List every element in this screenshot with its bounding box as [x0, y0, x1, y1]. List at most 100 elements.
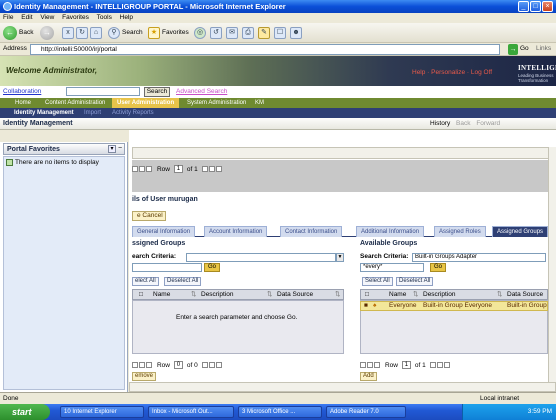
assigned-first-icon[interactable] — [132, 362, 138, 368]
available-next-row-icon[interactable] — [429, 362, 436, 368]
row-number-input[interactable]: 1 — [173, 165, 183, 173]
tab-general-information[interactable]: General Information — [132, 226, 196, 237]
favorites-label[interactable]: Favorites — [162, 29, 189, 36]
available-deselect-all-button[interactable]: Deselect All — [396, 277, 434, 286]
search-label[interactable]: Search — [122, 29, 143, 36]
vertical-scrollbar[interactable] — [548, 147, 556, 382]
back-label[interactable]: Back — [19, 29, 33, 36]
close-button[interactable]: × — [542, 1, 553, 12]
tab-contact-information[interactable]: Contact Information — [280, 226, 343, 237]
assigned-next-row-icon[interactable] — [201, 362, 208, 368]
start-button[interactable]: start — [0, 404, 50, 420]
tab-assigned-roles[interactable]: Assigned Roles — [434, 226, 486, 237]
taskbar-item-adobe[interactable]: Adobe Reader 7.0 — [326, 406, 406, 418]
menu-file[interactable]: File — [3, 14, 13, 21]
next-page-icon[interactable] — [208, 166, 215, 172]
back-arrow-icon[interactable]: ← — [3, 26, 17, 40]
assigned-next-icon[interactable] — [208, 362, 215, 368]
tab-assigned-groups[interactable]: Assigned Groups — [492, 226, 549, 237]
assigned-col-name[interactable]: Name — [153, 290, 170, 299]
top-scroll-track[interactable] — [132, 147, 556, 159]
add-button[interactable]: Add — [360, 372, 377, 381]
mail-icon[interactable]: ✉ — [226, 27, 238, 39]
advanced-search-link[interactable]: Advanced Search — [176, 88, 227, 95]
minimize-button[interactable]: _ — [518, 1, 529, 12]
assigned-prev-icon[interactable] — [139, 362, 145, 368]
available-col-sort-icon-2[interactable]: ⇅ — [497, 290, 502, 299]
menu-view[interactable]: View — [40, 14, 54, 21]
go-arrow-icon[interactable]: → — [508, 44, 518, 55]
go-label[interactable]: Go — [520, 45, 529, 52]
history-icon[interactable]: ↺ — [210, 27, 222, 39]
assigned-search-input[interactable] — [132, 263, 202, 272]
header-links[interactable]: Help · Personalize · Log Off — [412, 69, 492, 76]
favorites-options-icon[interactable]: ▾ — [108, 145, 116, 153]
available-prev-row-icon[interactable] — [374, 362, 380, 368]
edit-icon[interactable]: ✎ — [258, 27, 270, 39]
assigned-deselect-all-button[interactable]: Deselect All — [164, 277, 202, 286]
home-icon[interactable]: ⌂ — [90, 27, 102, 39]
messenger-icon[interactable]: ☻ — [290, 27, 302, 39]
assigned-go-button[interactable]: Go — [204, 263, 220, 272]
forward-link[interactable]: Forward — [476, 120, 500, 127]
taskbar-item-ie[interactable]: 10 Internet Explorer — [60, 406, 144, 418]
assigned-criteria-select[interactable] — [186, 253, 336, 262]
taskbar-item-office[interactable]: 3 Microsoft Office ... — [238, 406, 322, 418]
assigned-col-description[interactable]: Description — [201, 290, 234, 299]
next-row-icon[interactable] — [201, 166, 208, 172]
address-input[interactable]: http://intelli:50000/irj/portal — [30, 44, 500, 55]
available-go-button[interactable]: Go — [430, 263, 446, 272]
available-first-icon[interactable] — [360, 362, 366, 368]
assigned-col-sort-icon-3[interactable]: ⇅ — [335, 290, 340, 299]
assigned-dropdown-arrow-icon[interactable]: ▼ — [336, 253, 344, 262]
tray-clock[interactable]: 3:59 PM — [528, 408, 552, 415]
stop-icon[interactable]: x — [62, 27, 74, 39]
portal-search-input[interactable] — [66, 87, 140, 96]
available-prev-icon[interactable] — [367, 362, 373, 368]
media-icon[interactable]: ◎ — [194, 27, 206, 39]
horizontal-scrollbar[interactable] — [129, 382, 556, 392]
forward-arrow-icon[interactable]: → — [40, 26, 54, 40]
assigned-prev-row-icon[interactable] — [146, 362, 152, 368]
nav-import[interactable]: Import — [80, 108, 105, 118]
tab-additional-information[interactable]: Additional Information — [356, 226, 425, 237]
prev-page-icon[interactable] — [139, 166, 145, 172]
cancel-button[interactable]: e Cancel — [132, 211, 166, 221]
available-next-icon[interactable] — [436, 362, 443, 368]
nav-user-administration[interactable]: User Administration — [112, 98, 180, 108]
available-col-name[interactable]: Name — [389, 290, 406, 299]
nav-activity-reports[interactable]: Activity Reports — [108, 108, 158, 118]
portal-search-button[interactable]: Search — [144, 87, 170, 97]
assigned-col-sort-icon[interactable]: ⇅ — [191, 290, 196, 299]
nav-system-administration[interactable]: System Administration — [182, 98, 251, 108]
menu-tools[interactable]: Tools — [97, 14, 112, 21]
table-row[interactable]: ■ ♠ Everyone Built-in Group Everyone Bui… — [360, 301, 548, 311]
row-selector[interactable]: ■ — [364, 302, 368, 310]
favorites-star-icon[interactable]: ★ — [148, 27, 160, 39]
available-col-description[interactable]: Description — [423, 290, 456, 299]
assigned-col-data-source[interactable]: Data Source — [277, 290, 313, 299]
tab-account-information[interactable]: Account Information — [204, 226, 268, 237]
taskbar-item-outlook[interactable]: Inbox - Microsoft Out... — [148, 406, 234, 418]
maximize-button[interactable]: □ — [530, 1, 541, 12]
available-col-data-source[interactable]: Data Source — [507, 290, 543, 299]
available-col-sort-icon[interactable]: ⇅ — [413, 290, 418, 299]
discuss-icon[interactable]: ☐ — [274, 27, 286, 39]
available-row-input[interactable]: 1 — [401, 361, 411, 369]
collaboration-link[interactable]: Collaboration — [3, 88, 41, 95]
assigned-row-input[interactable]: 0 — [173, 361, 183, 369]
print-icon[interactable]: ⎙ — [242, 27, 254, 39]
available-search-input[interactable]: *every* — [360, 263, 424, 272]
first-page-icon[interactable] — [132, 166, 138, 172]
back-link[interactable]: Back — [456, 120, 470, 127]
history-link[interactable]: History — [430, 120, 450, 127]
menu-edit[interactable]: Edit — [21, 14, 32, 21]
available-last-icon[interactable] — [443, 362, 450, 368]
favorites-collapse-icon[interactable]: − — [118, 145, 122, 152]
nav-home[interactable]: Home — [10, 98, 36, 108]
available-criteria-select[interactable]: Built-in Groups Adapter — [412, 253, 546, 262]
menu-favorites[interactable]: Favorites — [62, 14, 89, 21]
assigned-select-all-button[interactable]: elect All — [132, 277, 159, 286]
available-select-all-button[interactable]: Select All — [362, 277, 393, 286]
search-icon[interactable]: ⚲ — [108, 27, 120, 39]
